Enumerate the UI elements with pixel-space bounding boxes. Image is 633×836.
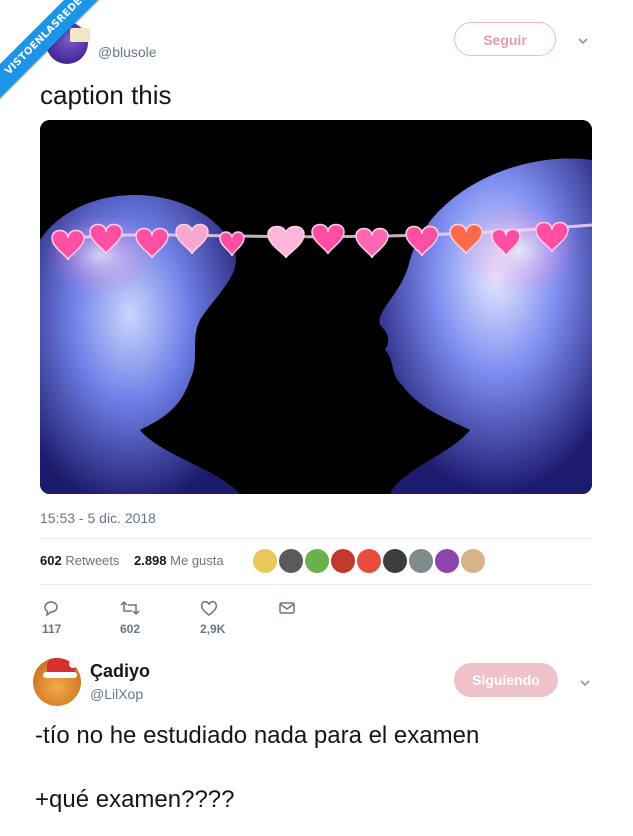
retweets-count[interactable]: 602: [40, 553, 62, 568]
following-button[interactable]: Siguiendo: [454, 663, 558, 697]
reply-action[interactable]: 117: [42, 596, 68, 640]
display-name[interactable]: Çadiyo: [90, 661, 150, 682]
avatar[interactable]: [33, 658, 81, 706]
reply-icon: [44, 601, 58, 617]
user-handle[interactable]: @LilXop: [90, 686, 143, 702]
chevron-down-icon[interactable]: [576, 34, 590, 48]
like-count: 2,9K: [200, 622, 226, 636]
retweets-label[interactable]: Retweets: [65, 553, 119, 568]
likes-label[interactable]: Me gusta: [170, 553, 223, 568]
like-action[interactable]: 2,9K: [200, 596, 226, 640]
likes-count[interactable]: 2.898: [134, 553, 167, 568]
retweet-icon: [120, 600, 140, 615]
tweet-text-line: -tío no he estudiado nada para el examen: [35, 722, 480, 749]
liker-avatar[interactable]: [330, 548, 356, 574]
tweet-timestamp[interactable]: 15:53 - 5 dic. 2018: [40, 510, 156, 526]
liker-avatar[interactable]: [408, 548, 434, 574]
liker-avatar[interactable]: [382, 548, 408, 574]
retweet-action[interactable]: 602: [120, 596, 148, 640]
divider: [40, 584, 592, 585]
tweet-stats: 602 Retweets 2.898 Me gusta: [40, 553, 224, 568]
tweet-text: caption this: [40, 80, 172, 110]
retweet-count: 602: [120, 622, 141, 636]
reply-count: 117: [42, 622, 62, 636]
santa-hat-pom: [69, 660, 77, 668]
follow-button[interactable]: Seguir: [454, 22, 556, 56]
avatar-sticker: [70, 28, 90, 42]
tweet-image[interactable]: [40, 120, 592, 494]
heart-icon: [200, 600, 218, 616]
tweet-text-line: +qué examen????: [35, 786, 235, 813]
liker-avatar[interactable]: [304, 548, 330, 574]
chevron-down-icon[interactable]: [578, 676, 592, 690]
user-handle[interactable]: @blusole: [98, 44, 157, 60]
liker-avatar[interactable]: [460, 548, 486, 574]
liker-avatar[interactable]: [434, 548, 460, 574]
message-action[interactable]: [278, 596, 304, 618]
santa-hat-brim: [43, 672, 77, 678]
liker-avatar[interactable]: [278, 548, 304, 574]
envelope-icon: [279, 602, 295, 614]
liker-avatar[interactable]: [356, 548, 382, 574]
divider: [40, 538, 592, 539]
liker-avatar[interactable]: [252, 548, 278, 574]
